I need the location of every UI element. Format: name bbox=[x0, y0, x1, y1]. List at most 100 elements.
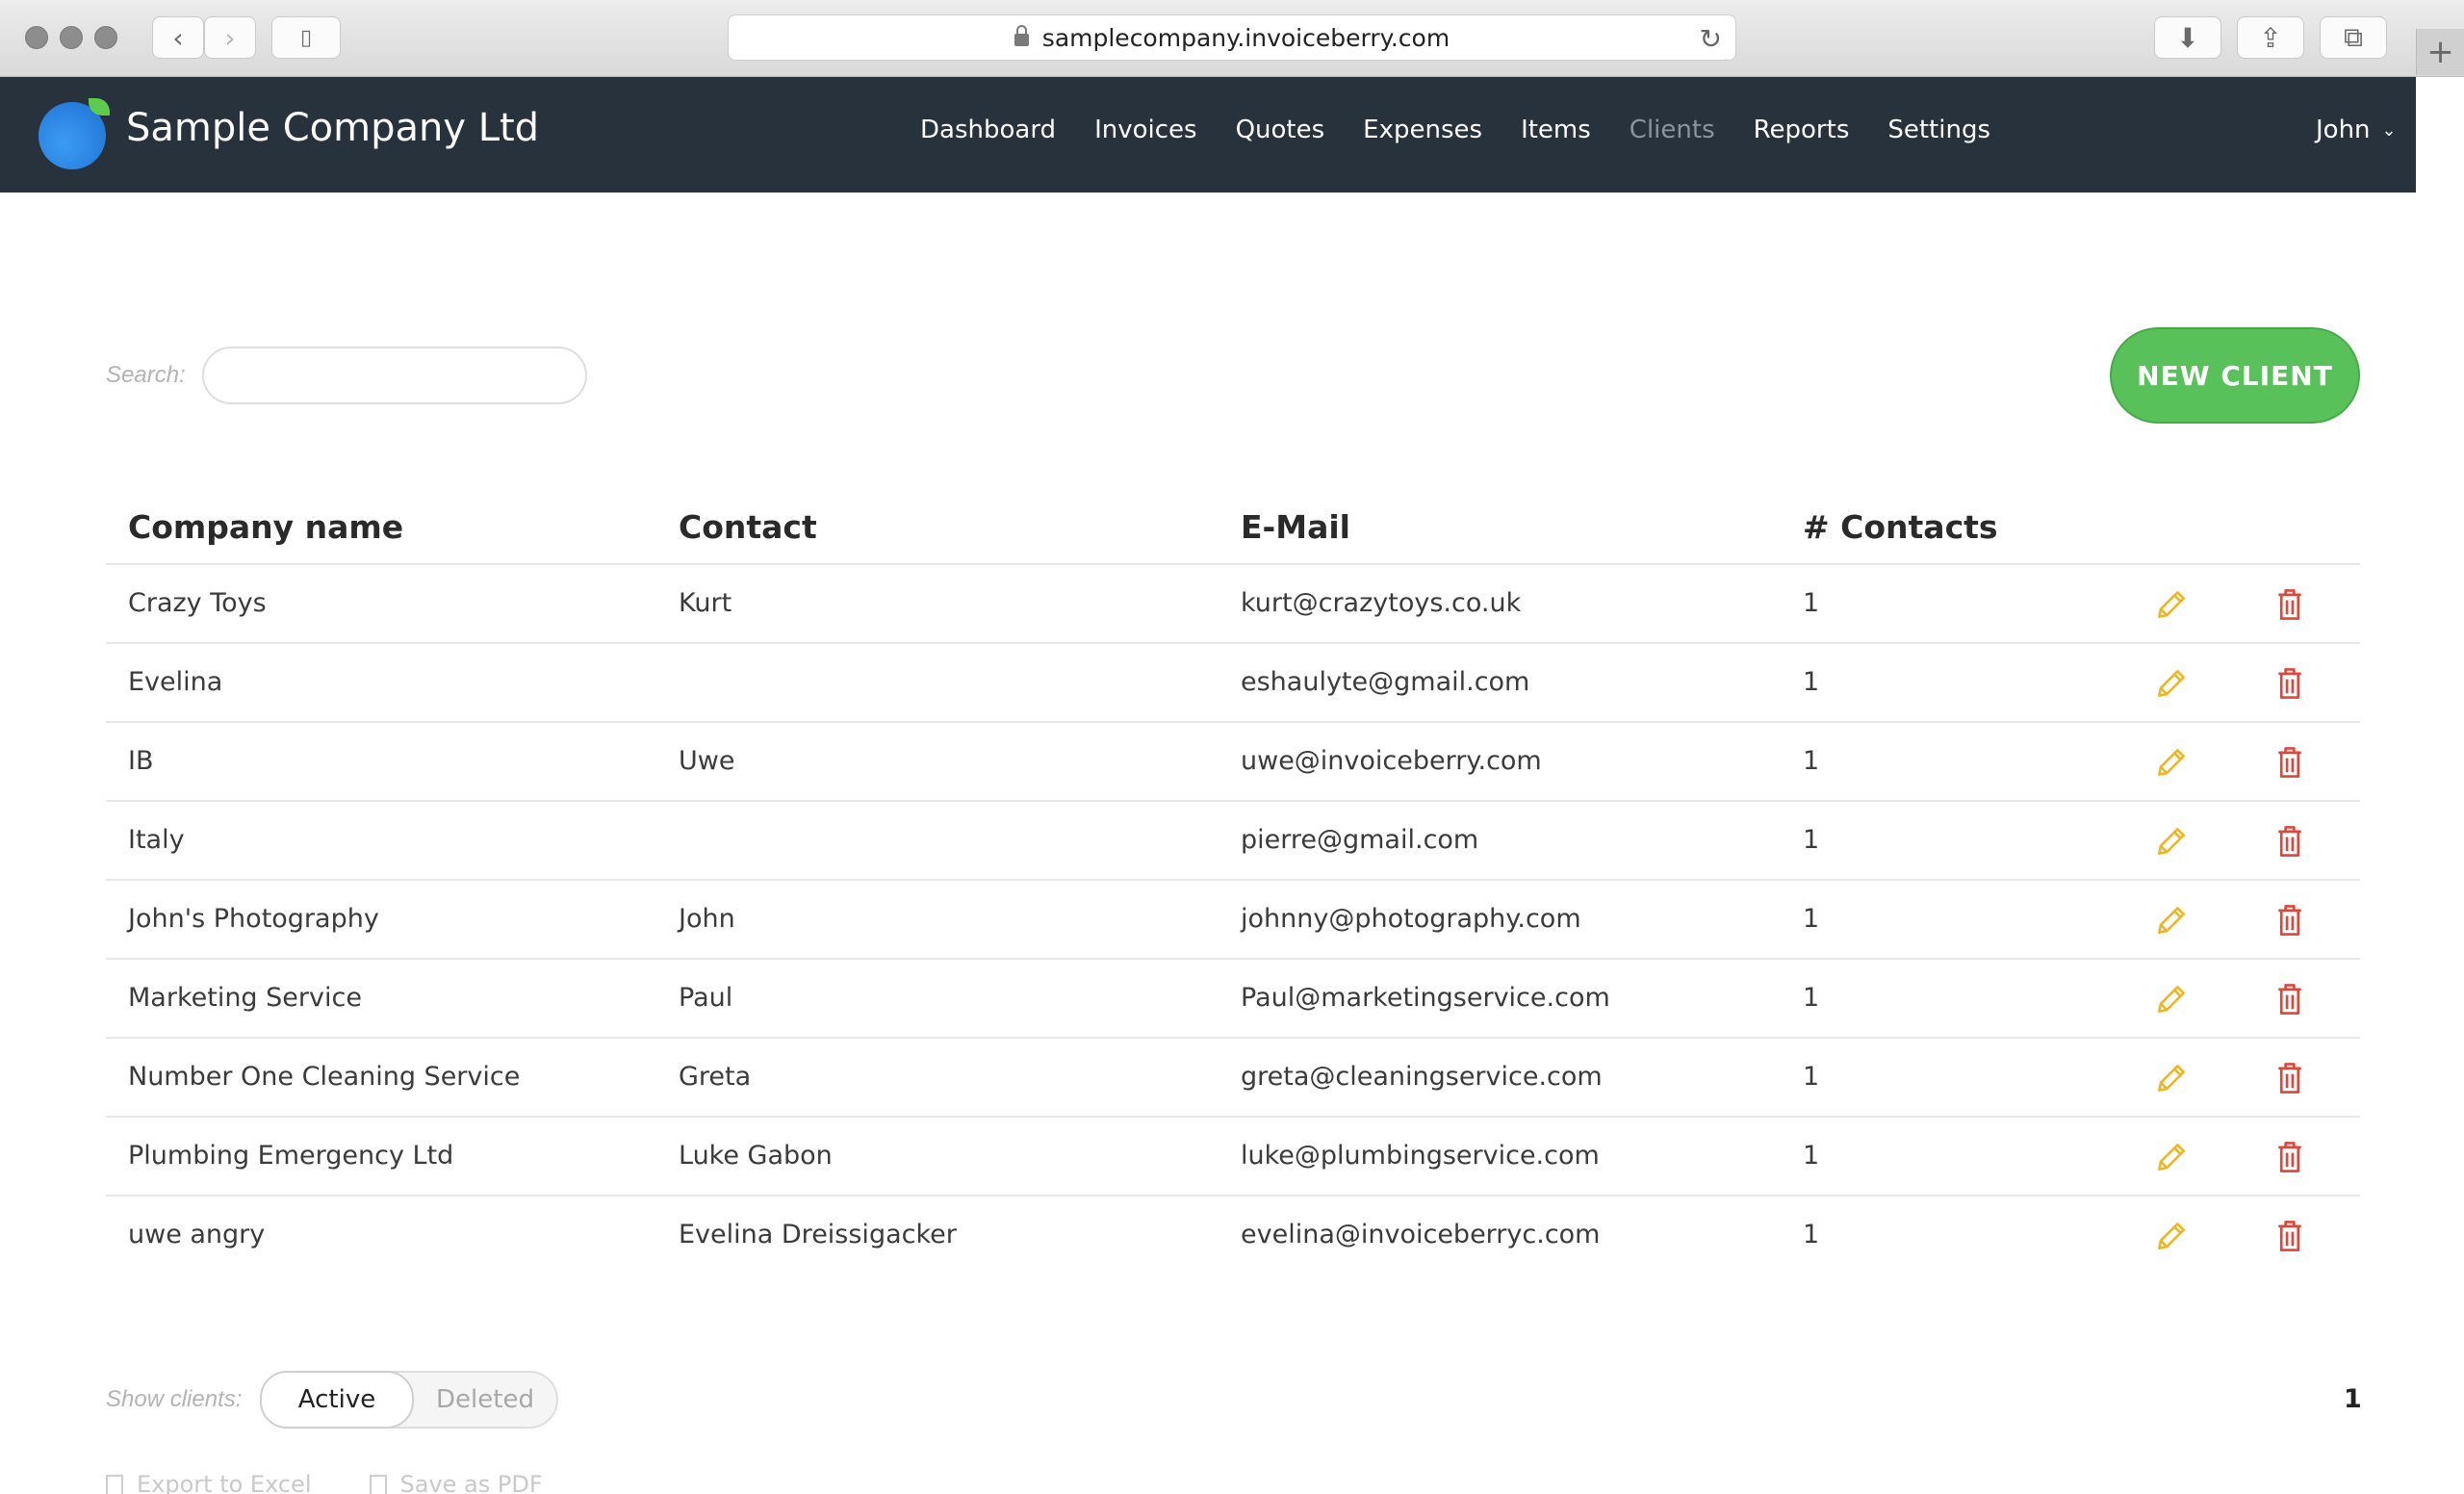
tabs-button[interactable]: ⧉ bbox=[2320, 16, 2387, 59]
download-icon: ⬇ bbox=[2176, 21, 2199, 54]
cell-company: uwe angry bbox=[128, 1220, 266, 1249]
header-contact[interactable]: Contact bbox=[679, 508, 817, 546]
trash-icon[interactable] bbox=[2275, 1060, 2304, 1096]
edit-icon[interactable] bbox=[2153, 1218, 2190, 1254]
chevron-left-icon: ‹ bbox=[172, 21, 184, 54]
edit-icon[interactable] bbox=[2153, 744, 2190, 781]
table-row[interactable]: Number One Cleaning Service Greta greta@cl… bbox=[106, 1039, 2360, 1118]
user-menu[interactable]: John ⌄ bbox=[2316, 116, 2397, 144]
cell-contact: Kurt bbox=[679, 588, 732, 618]
nav-settings[interactable]: Settings bbox=[1887, 116, 1990, 144]
address-bar[interactable]: samplecompany.invoiceberry.com ↻ bbox=[728, 14, 1736, 61]
header-contacts-count[interactable]: # Contacts bbox=[1803, 508, 1998, 546]
cell-email: pierre@gmail.com bbox=[1241, 825, 1479, 855]
forward-button[interactable]: › bbox=[204, 16, 256, 59]
trash-icon[interactable] bbox=[2275, 1218, 2304, 1254]
table-row[interactable]: Plumbing Emergency Ltd Luke Gabon luke@plu… bbox=[106, 1118, 2360, 1197]
trash-icon[interactable] bbox=[2275, 1139, 2304, 1175]
trash-icon[interactable] bbox=[2275, 744, 2304, 781]
trash-icon[interactable] bbox=[2275, 823, 2304, 860]
trash-icon[interactable] bbox=[2275, 981, 2304, 1017]
table-header: Company name Contact E-Mail # Contacts bbox=[106, 491, 2360, 565]
browser-toolbar: ‹ › ▯ samplecompany.invoiceberry.com ↻ ⬇… bbox=[0, 0, 2464, 77]
pdf-icon bbox=[369, 1475, 387, 1494]
trash-icon[interactable] bbox=[2275, 665, 2304, 702]
cell-contacts-count: 1 bbox=[1803, 1220, 1820, 1249]
edit-icon[interactable] bbox=[2153, 823, 2190, 860]
header-email[interactable]: E-Mail bbox=[1241, 508, 1350, 546]
export-excel-link[interactable]: Export to Excel bbox=[106, 1471, 312, 1494]
cell-contacts-count: 1 bbox=[1803, 904, 1820, 934]
sidebar-icon: ▯ bbox=[299, 25, 313, 50]
cell-company: Marketing Service bbox=[128, 983, 362, 1013]
cell-contacts-count: 1 bbox=[1803, 667, 1820, 697]
cell-email: eshaulyte@gmail.com bbox=[1241, 667, 1530, 697]
cell-contact: Paul bbox=[679, 983, 733, 1013]
edit-icon[interactable] bbox=[2153, 586, 2190, 623]
cell-contacts-count: 1 bbox=[1803, 746, 1820, 776]
nav-clients[interactable]: Clients bbox=[1630, 116, 1715, 144]
reload-icon[interactable]: ↻ bbox=[1700, 23, 1722, 55]
new-client-button[interactable]: NEW CLIENT bbox=[2110, 327, 2360, 424]
table-row[interactable]: Marketing Service Paul Paul@marketingservi… bbox=[106, 960, 2360, 1039]
nav-items[interactable]: Items bbox=[1521, 116, 1591, 144]
sidebar-toggle-button[interactable]: ▯ bbox=[271, 16, 341, 59]
url-text: samplecompany.invoiceberry.com bbox=[1041, 23, 1450, 52]
show-clients-toggle: Active Deleted bbox=[260, 1371, 558, 1429]
cell-email: greta@cleaningservice.com bbox=[1241, 1062, 1603, 1092]
share-button[interactable]: ⇪ bbox=[2237, 16, 2304, 59]
show-clients-label: Show clients: bbox=[106, 1386, 243, 1412]
downloads-button[interactable]: ⬇ bbox=[2154, 16, 2221, 59]
company-name[interactable]: Sample Company Ltd bbox=[126, 106, 539, 150]
trash-icon[interactable] bbox=[2275, 902, 2304, 939]
deleted-filter-button[interactable]: Deleted bbox=[414, 1373, 556, 1427]
nav-expenses[interactable]: Expenses bbox=[1363, 116, 1482, 144]
chevron-right-icon: › bbox=[224, 21, 236, 54]
close-window-button[interactable] bbox=[25, 26, 48, 49]
cell-company: Number One Cleaning Service bbox=[128, 1062, 521, 1092]
edit-icon[interactable] bbox=[2153, 665, 2190, 702]
edit-icon[interactable] bbox=[2153, 981, 2190, 1017]
cell-contacts-count: 1 bbox=[1803, 1141, 1820, 1171]
lock-icon bbox=[1014, 24, 1029, 46]
nav-quotes[interactable]: Quotes bbox=[1236, 116, 1325, 144]
table-row[interactable]: John's Photography John johnny@photography… bbox=[106, 881, 2360, 960]
main-nav: Dashboard Invoices Quotes Expenses Items… bbox=[920, 116, 2029, 144]
cell-company: John's Photography bbox=[128, 904, 379, 934]
minimize-window-button[interactable] bbox=[60, 26, 83, 49]
cell-contact: Uwe bbox=[679, 746, 735, 776]
nav-dashboard[interactable]: Dashboard bbox=[920, 116, 1056, 144]
search-input[interactable] bbox=[202, 347, 587, 404]
cell-email: evelina@invoiceberryc.com bbox=[1241, 1220, 1601, 1249]
cell-email: Paul@marketingservice.com bbox=[1241, 983, 1610, 1013]
cell-contacts-count: 1 bbox=[1803, 588, 1820, 618]
cell-company: Italy bbox=[128, 825, 185, 855]
edit-icon[interactable] bbox=[2153, 1060, 2190, 1096]
plus-icon: + bbox=[2426, 33, 2454, 71]
nav-invoices[interactable]: Invoices bbox=[1094, 116, 1197, 144]
trash-icon[interactable] bbox=[2275, 586, 2304, 623]
header-company[interactable]: Company name bbox=[128, 508, 403, 546]
back-button[interactable]: ‹ bbox=[152, 16, 204, 59]
cell-company: Plumbing Emergency Ltd bbox=[128, 1141, 454, 1171]
chevron-down-icon: ⌄ bbox=[2381, 120, 2397, 141]
cell-email: kurt@crazytoys.co.uk bbox=[1241, 588, 1522, 618]
cell-contact: Luke Gabon bbox=[679, 1141, 833, 1171]
pagination-page[interactable]: 1 bbox=[2344, 1384, 2362, 1414]
table-row[interactable]: IB Uwe uwe@invoiceberry.com 1 bbox=[106, 723, 2360, 802]
table-row[interactable]: Evelina eshaulyte@gmail.com 1 bbox=[106, 644, 2360, 723]
table-row[interactable]: Italy pierre@gmail.com 1 bbox=[106, 802, 2360, 881]
nav-reports[interactable]: Reports bbox=[1754, 116, 1850, 144]
cell-contacts-count: 1 bbox=[1803, 825, 1820, 855]
cell-company: Crazy Toys bbox=[128, 588, 267, 618]
active-filter-button[interactable]: Active bbox=[260, 1371, 414, 1429]
new-tab-button[interactable]: + bbox=[2416, 29, 2464, 75]
table-row[interactable]: uwe angry Evelina Dreissigacker evelina@in… bbox=[106, 1197, 2360, 1275]
edit-icon[interactable] bbox=[2153, 902, 2190, 939]
zoom-window-button[interactable] bbox=[94, 26, 117, 49]
save-pdf-label: Save as PDF bbox=[399, 1471, 543, 1494]
table-row[interactable]: Crazy Toys Kurt kurt@crazytoys.co.uk 1 bbox=[106, 565, 2360, 644]
table-body: Crazy Toys Kurt kurt@crazytoys.co.uk 1 Eveli… bbox=[106, 565, 2360, 1275]
edit-icon[interactable] bbox=[2153, 1139, 2190, 1175]
save-pdf-link[interactable]: Save as PDF bbox=[369, 1471, 543, 1494]
